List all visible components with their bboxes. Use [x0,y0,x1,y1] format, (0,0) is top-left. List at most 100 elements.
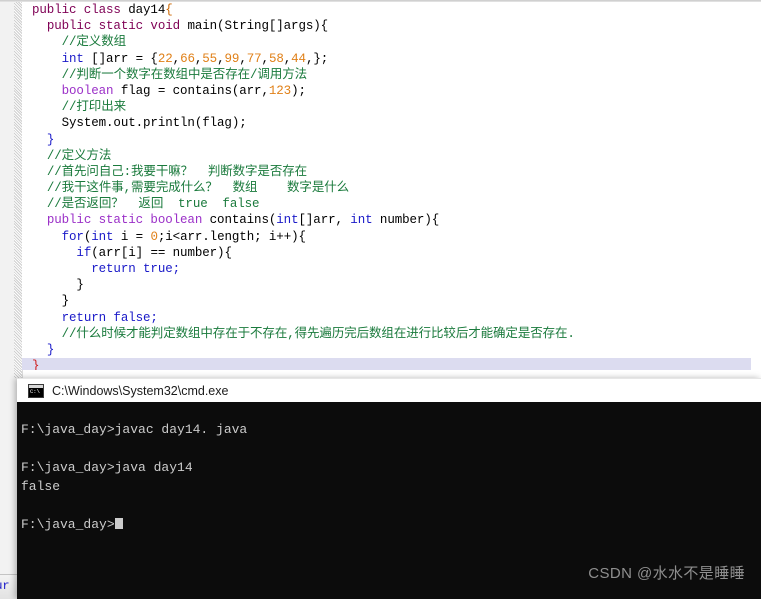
code-line[interactable]: int []arr = {22,66,55,99,77,58,44,}; [22,51,761,67]
code-token: []arr, [298,213,351,228]
code-line[interactable]: for(int i = 0;i<arr.length; i++){ [22,229,761,245]
code-line[interactable]: //首先问自己:我要干嘛？ 判断数字是否存在 [22,164,761,180]
console-line-text: F:\java_day>java day14 [21,460,193,475]
code-token: contains( [209,213,277,228]
code-token: if [76,245,92,260]
code-line[interactable]: //什么时候才能判定数组中存在于不存在,得先遍历完后数组在进行比较后才能确定是否… [22,326,761,342]
code-token: (arr[i] == number){ [91,245,232,260]
code-token: //定义方法 [46,148,112,163]
code-token: i = [113,229,151,244]
code-token: System.out.println(flag); [61,116,247,131]
code-line[interactable]: //定义方法 [22,148,761,164]
code-token: number){ [372,213,440,228]
code-token: //打印出来 [61,100,127,115]
code-line[interactable]: } [22,342,761,358]
console-icon [28,383,44,398]
code-line[interactable]: boolean flag = contains(arr,123); [22,83,761,99]
code-token: public class [32,3,129,17]
csdn-watermark: CSDN @水水不是睡睡 [588,565,745,582]
code-token: //什么时候才能判定数组中存在于不存在,得先遍历完后数组在进行比较后才能确定是否… [61,326,575,341]
code-token: int [276,213,299,228]
code-token: ,}; [305,51,329,66]
cmd-title-text: C:\Windows\System32\cmd.exe [52,383,229,398]
code-token: public static void [46,19,188,34]
code-line[interactable]: } [22,277,761,293]
console-line-text: F:\java_day> [21,517,115,532]
code-token: 44 [291,51,306,66]
code-token: 66 [180,51,195,66]
code-line[interactable]: if(arr[i] == number){ [22,245,761,261]
code-token: , [261,51,270,66]
code-token: int [91,229,114,244]
console-line-text: F:\java_day>javac day14. java [21,422,248,437]
console-line: F:\java_day>java day14 [21,458,761,477]
code-token: //我干这件事,需要完成什么？ 数组 数字是什么 [46,181,350,196]
code-token: } [76,278,84,293]
code-token: 22 [157,51,173,66]
code-token: 55 [202,51,218,66]
code-token: , [217,51,225,66]
code-line[interactable]: public static void main(String[]args){ [22,18,761,34]
code-line[interactable]: public static boolean contains(int[]arr,… [22,212,761,228]
code-token: 99 [224,51,240,66]
console-line-text: false [21,479,61,494]
console-line: F:\java_day>javac day14. java [21,420,761,439]
code-token: ); [291,83,306,98]
editor-left-strip-hatch [14,370,22,378]
code-token: return false; [61,310,158,325]
cmd-title-bar[interactable]: C:\Windows\System32\cmd.exe [17,378,761,402]
code-line[interactable]: //定义数组 [22,34,761,50]
code-token: //定义数组 [61,35,127,50]
code-line[interactable]: return true; [22,261,761,277]
code-token: boolean [61,83,121,98]
code-token: []arr = { [91,51,158,66]
code-line[interactable]: //判断一个数字在数组中是否存在/调用方法 [22,67,761,83]
code-token: , [239,51,247,66]
code-text-area[interactable]: public class day14{ public static void m… [22,2,761,375]
code-line[interactable]: //打印出来 [22,99,761,115]
code-line[interactable]: //我干这件事,需要完成什么？ 数组 数字是什么 [22,180,761,196]
code-line[interactable]: } [22,132,761,148]
code-line[interactable]: public class day14{ [22,2,761,18]
code-line[interactable]: //是否返回？ 返回 true false [22,196,761,212]
code-token: day14 [128,3,166,17]
code-token: { [165,3,173,17]
code-token: //判断一个数字在数组中是否存在/调用方法 [61,67,308,82]
code-token: return true; [91,262,181,276]
code-token: int [350,213,373,228]
code-token: main(String[]args){ [187,19,329,34]
console-line: false [21,477,761,496]
console-cursor [114,518,123,529]
code-line[interactable]: System.out.println(flag); [22,115,761,131]
code-line[interactable]: } [22,293,761,309]
code-token: public static boolean [46,213,210,228]
code-token: int [61,51,92,66]
code-token: 58 [268,51,284,66]
code-token: } [61,294,70,309]
code-token: 123 [268,83,292,98]
code-token: ;i<arr.length; i++){ [157,229,306,244]
code-token: flag = contains(arr, [120,83,269,98]
status-bar-text: our [0,579,10,593]
code-line[interactable]: return false; [22,310,761,326]
code-token: 0 [150,229,158,244]
console-line: F:\java_day> [21,515,761,534]
code-token: } [46,132,55,147]
